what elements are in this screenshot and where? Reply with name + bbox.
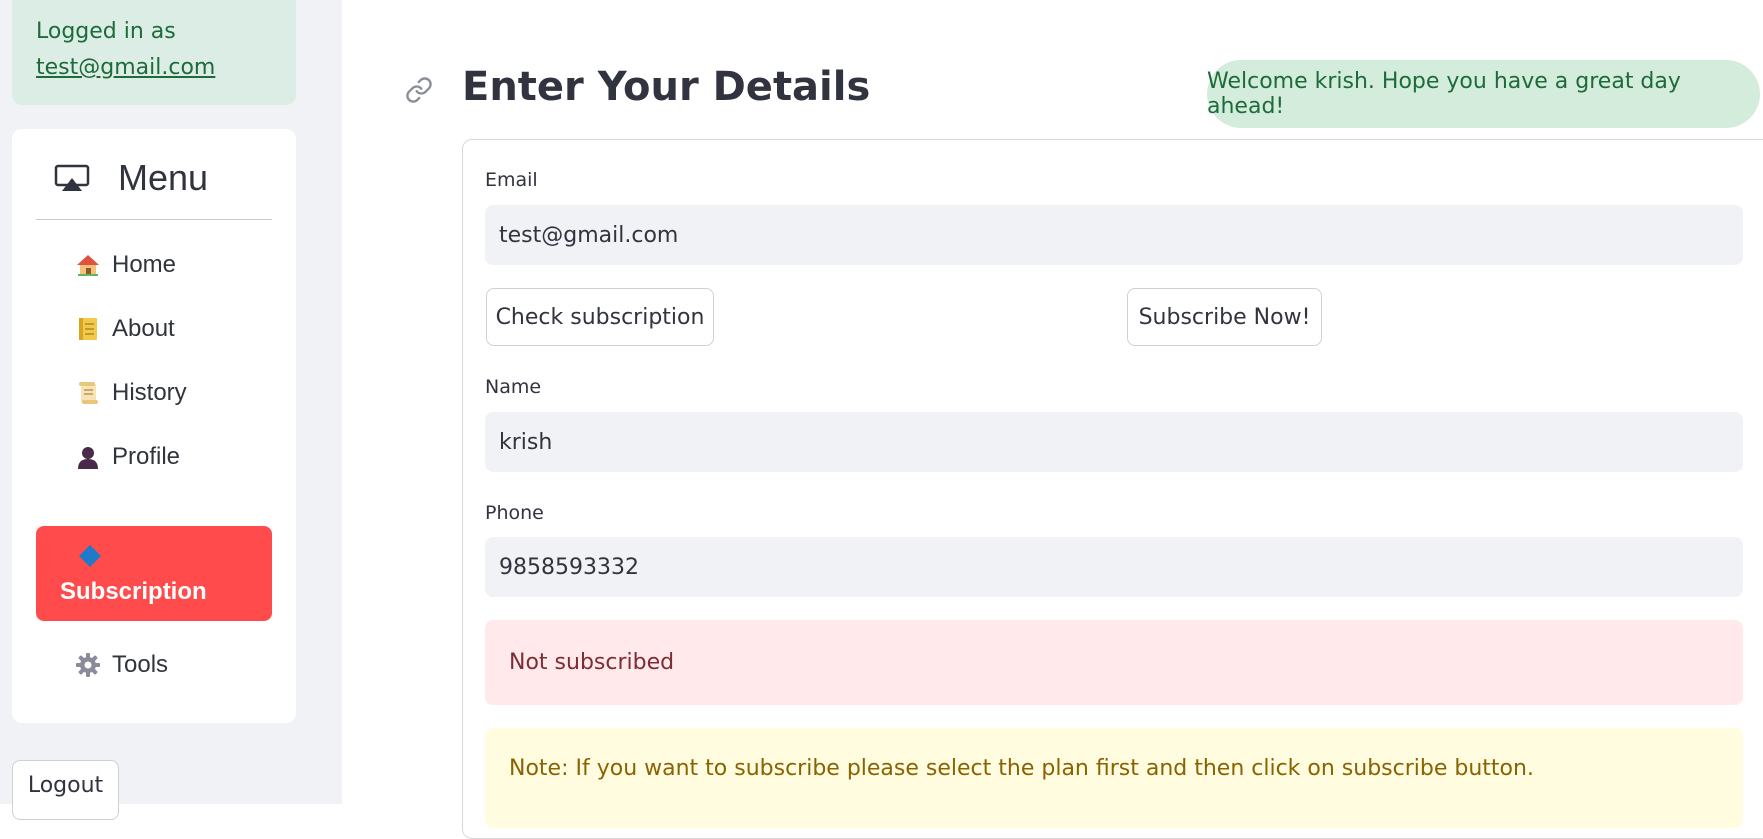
gear-icon (76, 653, 100, 677)
airplay-icon (54, 164, 90, 196)
sidebar-item-label: Subscription (60, 578, 207, 605)
sidebar-item-tools[interactable]: Tools (36, 635, 272, 697)
subscription-status-text: Not subscribed (509, 650, 675, 675)
sidebar-item-subscription[interactable]: Subscription (36, 526, 272, 621)
email-field[interactable]: test@gmail.com (485, 205, 1743, 265)
diamond-icon (78, 544, 102, 568)
person-icon (76, 445, 100, 469)
sidebar-item-label: About (112, 315, 175, 342)
phone-field[interactable]: 9858593332 (485, 537, 1743, 597)
link-icon[interactable] (405, 76, 433, 108)
name-field[interactable]: krish (485, 412, 1743, 472)
house-icon (76, 253, 100, 277)
login-email-link[interactable]: test@gmail.com (36, 50, 272, 86)
sidebar: Logged in as test@gmail.com Menu Home Ab… (0, 0, 342, 820)
subscribe-note-alert: Note: If you want to subscribe please se… (485, 728, 1743, 828)
menu-header: Menu (36, 129, 272, 220)
option-menu: Menu Home About History Profile Subscrip… (12, 129, 296, 723)
notebook-icon (76, 317, 100, 341)
subscribe-note-text: Note: If you want to subscribe please se… (509, 756, 1534, 781)
sidebar-item-profile[interactable]: Profile (36, 427, 272, 489)
scroll-icon (76, 381, 100, 405)
subscribe-now-button[interactable]: Subscribe Now! (1127, 288, 1322, 346)
login-status-prefix: Logged in as (36, 19, 176, 44)
page-title: Enter Your Details (462, 64, 871, 110)
sidebar-item-label: Tools (112, 651, 169, 678)
welcome-toast-text: Welcome krish. Hope you have a great day… (1207, 69, 1681, 119)
logout-button[interactable]: Logout (12, 760, 119, 820)
sidebar-item-label: History (112, 379, 187, 406)
sidebar-item-history[interactable]: History (36, 363, 272, 425)
check-subscription-button[interactable]: Check subscription (486, 288, 714, 346)
sidebar-item-about[interactable]: About (36, 299, 272, 361)
phone-label: Phone (485, 502, 544, 524)
sidebar-item-home[interactable]: Home (36, 235, 272, 297)
menu-title: Menu (118, 157, 209, 198)
sidebar-item-label: Home (112, 251, 177, 278)
email-label: Email (485, 169, 538, 191)
welcome-toast: Welcome krish. Hope you have a great day… (1207, 60, 1760, 128)
sidebar-item-label: Profile (112, 443, 181, 470)
login-status-box: Logged in as test@gmail.com (12, 0, 296, 105)
name-label: Name (485, 376, 542, 398)
subscription-status-alert: Not subscribed (485, 620, 1743, 705)
